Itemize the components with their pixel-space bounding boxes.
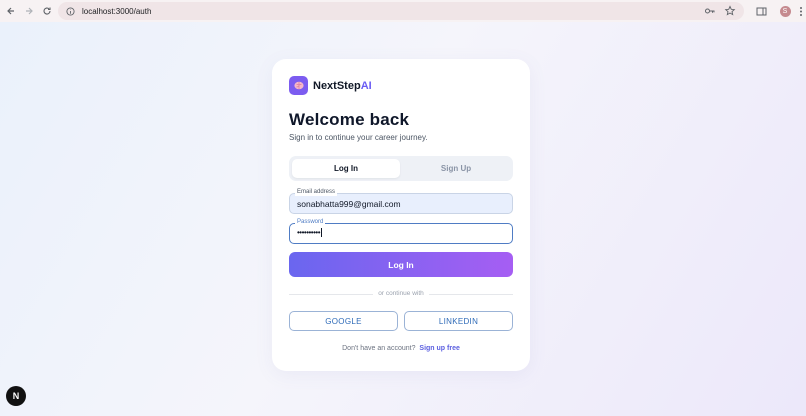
email-field-label: Email address — [295, 188, 338, 196]
brain-icon — [289, 76, 308, 95]
password-field-label: Password — [295, 218, 326, 226]
sign-up-free-link[interactable]: Sign up free — [419, 345, 459, 352]
tab-sign-up[interactable]: Sign Up — [402, 159, 510, 178]
page-subtitle: Sign in to continue your career journey. — [289, 133, 428, 142]
signup-prompt-text: Don't have an account? — [342, 345, 416, 352]
url-text: localhost:3000/auth — [82, 6, 152, 16]
page-title: Welcome back — [289, 110, 410, 129]
linkedin-button[interactable]: LINKEDIN — [404, 311, 513, 331]
tab-log-in[interactable]: Log In — [292, 159, 400, 178]
email-field-value: sonabhatta999@gmail.com — [297, 199, 401, 209]
password-field[interactable]: Password •••••••••• — [289, 218, 513, 244]
auth-tabs: Log In Sign Up — [289, 156, 513, 181]
google-button[interactable]: GOOGLE — [289, 311, 398, 331]
back-icon[interactable] — [2, 2, 20, 20]
text-caret — [321, 228, 323, 237]
log-in-button[interactable]: Log In — [289, 252, 513, 277]
password-field-value: •••••••••• — [297, 228, 323, 237]
profile-avatar[interactable]: S — [776, 2, 794, 20]
signup-prompt: Don't have an account? Sign up free — [272, 345, 530, 352]
divider: or continue with — [289, 289, 513, 299]
browser-toolbar: localhost:3000/auth S — [0, 0, 806, 22]
site-info-icon[interactable] — [62, 3, 78, 19]
auth-card: NextStepAI Welcome back Sign in to conti… — [272, 59, 530, 371]
brand: NextStepAI — [289, 76, 372, 95]
star-icon[interactable] — [724, 4, 736, 22]
email-field[interactable]: Email address sonabhatta999@gmail.com — [289, 188, 513, 214]
forward-icon[interactable] — [20, 2, 38, 20]
nextjs-dev-badge[interactable]: N — [6, 386, 26, 406]
page-background: NextStepAI Welcome back Sign in to conti… — [0, 22, 806, 416]
brand-name: NextStepAI — [313, 79, 372, 92]
kebab-menu-icon[interactable] — [796, 2, 806, 20]
side-panel-icon[interactable] — [752, 2, 770, 20]
reload-icon[interactable] — [38, 2, 56, 20]
address-bar[interactable]: localhost:3000/auth — [58, 2, 744, 20]
key-icon[interactable] — [704, 4, 716, 22]
